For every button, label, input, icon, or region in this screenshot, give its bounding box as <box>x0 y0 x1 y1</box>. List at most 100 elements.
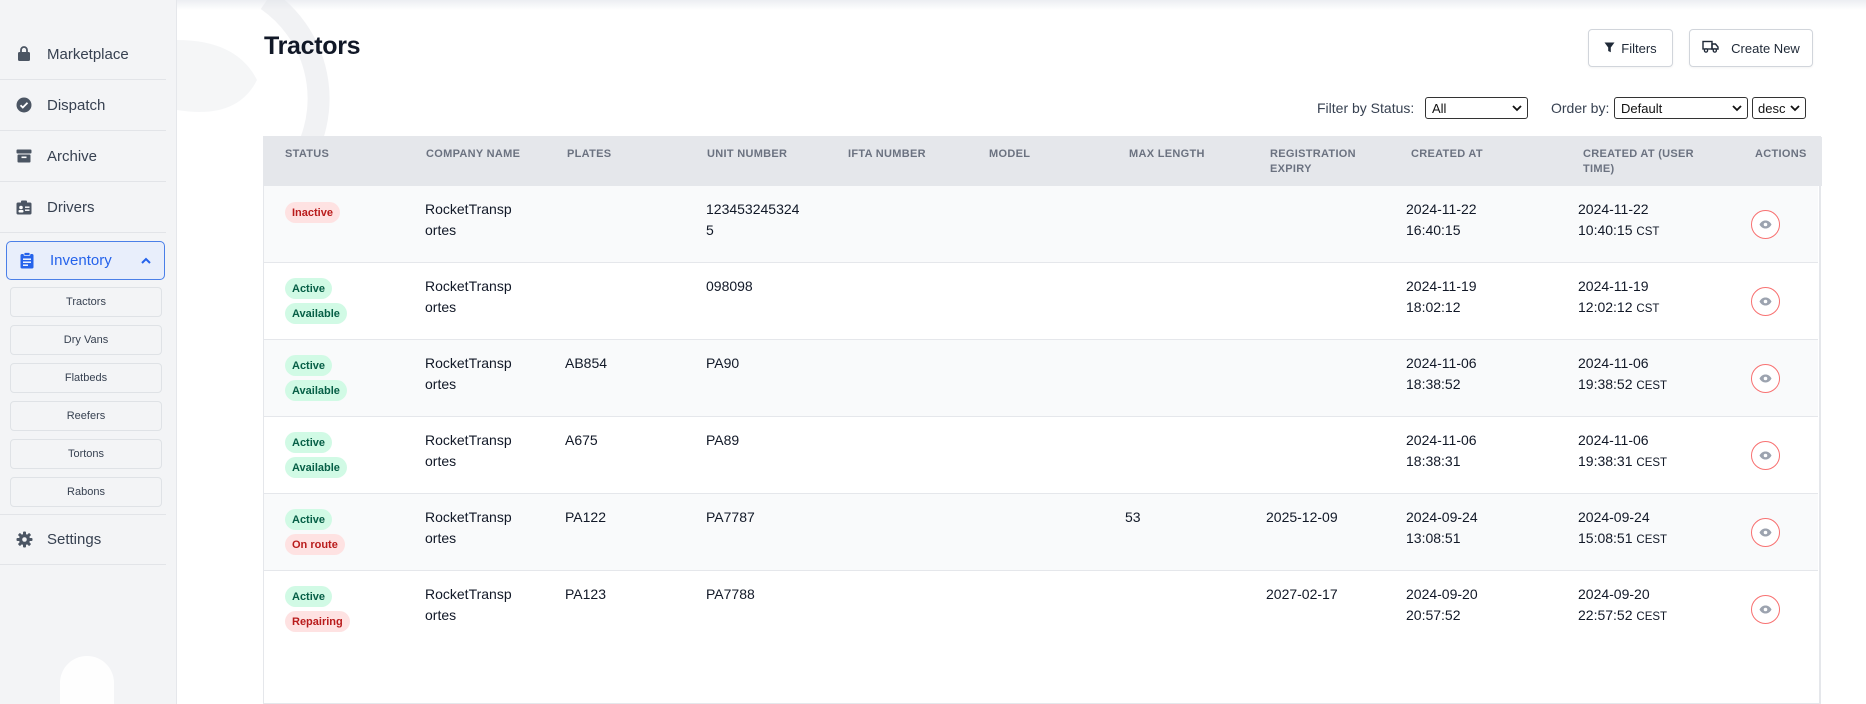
view-button[interactable] <box>1751 518 1780 547</box>
view-button[interactable] <box>1751 364 1780 393</box>
cell-line: 2024-11-22 <box>1578 201 1649 217</box>
page-title: Tractors <box>264 32 361 60</box>
eye-icon <box>1759 293 1772 311</box>
plates-cell: A675 <box>565 432 598 448</box>
chevron-up-icon[interactable] <box>140 254 152 271</box>
table-row[interactable]: Active Available RocketTransp ortes A675 PA89… <box>264 417 1818 494</box>
sidebar-subitem-tractors[interactable]: Tractors <box>10 287 162 317</box>
status-filter-select[interactable]: All <box>1425 97 1528 119</box>
check-circle-icon <box>15 96 33 114</box>
sidebar-subitem-flatbeds[interactable]: Flatbeds <box>10 363 162 393</box>
company-name-cell: RocketTransp ortes <box>425 584 512 626</box>
order-by-label: Order by: <box>1551 100 1610 116</box>
order-by-select[interactable]: Default <box>1614 97 1748 119</box>
sidebar-subitem-rabons[interactable]: Rabons <box>10 477 162 507</box>
timezone-label: CEST <box>1636 457 1668 469</box>
company-name-cell: RocketTransp ortes <box>425 507 512 549</box>
column-header-registration-expiry[interactable]: REGISTRATION EXPIRY <box>1270 147 1356 177</box>
eye-icon <box>1759 601 1772 619</box>
sidebar: Marketplace Dispatch Archive Drivers Inv… <box>0 0 177 704</box>
column-header-max-length[interactable]: MAX LENGTH <box>1129 147 1205 162</box>
cell-line: 19:38:31 <box>1578 453 1633 469</box>
cell-line: 2024-11-06 <box>1406 432 1477 448</box>
unit-number-cell: 098098 <box>706 276 753 297</box>
created-at-user-time-cell: 2024-11-22 10:40:15 CST <box>1578 199 1659 243</box>
column-header-created-at-user-time[interactable]: CREATED AT (USER TIME) <box>1583 147 1694 177</box>
created-at-user-time-cell: 2024-09-24 15:08:51 CEST <box>1578 507 1667 551</box>
created-at-user-time-cell: 2024-11-06 19:38:31 CEST <box>1578 430 1667 474</box>
table-row[interactable]: Active Available RocketTransp ortes 098098 20… <box>264 263 1818 340</box>
created-at-cell: 2024-11-06 18:38:52 <box>1406 353 1477 395</box>
clipboard-icon <box>18 252 36 270</box>
column-header-status[interactable]: STATUS <box>285 147 329 162</box>
cell-line: RocketTransp <box>425 432 512 448</box>
column-header-model[interactable]: MODEL <box>989 147 1030 162</box>
order-by-value: Default <box>1621 100 1663 116</box>
chevron-down-icon <box>1789 102 1801 117</box>
sidebar-item-settings[interactable]: Settings <box>0 514 166 565</box>
sidebar-item-marketplace[interactable]: Marketplace <box>0 29 166 80</box>
create-new-button[interactable]: Create New <box>1689 29 1813 67</box>
sidebar-item-inventory[interactable]: Inventory <box>6 241 165 280</box>
table-row[interactable]: Active Repairing RocketTransp ortes PA123 PA7… <box>264 571 1818 648</box>
cell-line: 2024-09-20 <box>1406 586 1478 602</box>
cell-line: PA7788 <box>706 586 755 602</box>
plates-cell: PA122 <box>565 509 606 525</box>
cell-line: 2024-11-06 <box>1578 355 1649 371</box>
cell-line: 16:40:15 <box>1406 222 1461 238</box>
created-at-cell: 2024-11-06 18:38:31 <box>1406 430 1477 472</box>
cell-line: 13:08:51 <box>1406 530 1461 546</box>
shopping-bag-icon <box>15 45 33 63</box>
eye-icon <box>1759 370 1772 388</box>
sidebar-subitem-dry-vans[interactable]: Dry Vans <box>10 325 162 355</box>
status-badge: On route <box>285 534 345 555</box>
cell-line: 2024-11-06 <box>1578 432 1649 448</box>
column-header-line: REGISTRATION <box>1270 148 1356 160</box>
view-button[interactable] <box>1751 595 1780 624</box>
status-badge: Available <box>285 303 347 324</box>
column-header-ifta-number[interactable]: IFTA NUMBER <box>848 147 926 162</box>
timezone-label: CEST <box>1636 534 1668 546</box>
cell-line: RocketTransp <box>425 509 512 525</box>
cell-line: 123453245324 <box>706 201 800 217</box>
cell-line: ortes <box>425 453 457 469</box>
created-at-user-time-cell: 2024-09-20 22:57:52 CEST <box>1578 584 1667 628</box>
status-badge: Active <box>285 432 333 453</box>
order-direction-select[interactable]: desc <box>1752 97 1806 119</box>
decorative-shape <box>60 656 114 704</box>
table-row[interactable]: Active Available RocketTransp ortes AB854 PA9… <box>264 340 1818 417</box>
sidebar-item-label: Inventory <box>50 252 112 269</box>
sidebar-subitem-tortons[interactable]: Tortons <box>10 439 162 469</box>
column-header-created-at[interactable]: CREATED AT <box>1411 147 1483 162</box>
cell-line: PA90 <box>706 355 740 371</box>
sidebar-subitem-reefers[interactable]: Reefers <box>10 401 162 431</box>
cell-line: RocketTransp <box>425 586 512 602</box>
column-header-company-name[interactable]: COMPANY NAME <box>426 147 520 162</box>
sidebar-item-dispatch[interactable]: Dispatch <box>0 80 166 131</box>
status-badge: Available <box>285 457 347 478</box>
view-button[interactable] <box>1751 210 1780 239</box>
cell-line: 18:02:12 <box>1406 299 1461 315</box>
unit-number-cell: PA89 <box>706 430 739 451</box>
column-header-line: CREATED AT (USER <box>1583 148 1694 160</box>
cell-line: 18:38:52 <box>1406 376 1461 392</box>
column-header-plates[interactable]: PLATES <box>567 147 611 162</box>
filters-button[interactable]: Filters <box>1588 29 1673 67</box>
table-row[interactable]: Inactive RocketTransp ortes 123453245324 5 20… <box>264 186 1818 263</box>
view-button[interactable] <box>1751 441 1780 470</box>
chevron-down-icon <box>1511 102 1523 117</box>
cell-line: 5 <box>706 222 714 238</box>
cell-line: 2024-09-24 <box>1406 509 1478 525</box>
cell-line: ortes <box>425 299 457 315</box>
cell-line: 098098 <box>706 278 753 294</box>
sidebar-item-archive[interactable]: Archive <box>0 131 166 182</box>
table-row[interactable]: Active On route RocketTransp ortes PA122 PA77… <box>264 494 1818 571</box>
column-header-unit-number[interactable]: UNIT NUMBER <box>707 147 787 162</box>
gear-icon <box>15 531 33 549</box>
status-filter-value: All <box>1432 100 1447 116</box>
cell-line: PA7787 <box>706 509 755 525</box>
sidebar-item-drivers[interactable]: Drivers <box>0 182 166 233</box>
truck-icon <box>1702 40 1719 56</box>
view-button[interactable] <box>1751 287 1780 316</box>
column-header-actions: ACTIONS <box>1755 148 1807 160</box>
